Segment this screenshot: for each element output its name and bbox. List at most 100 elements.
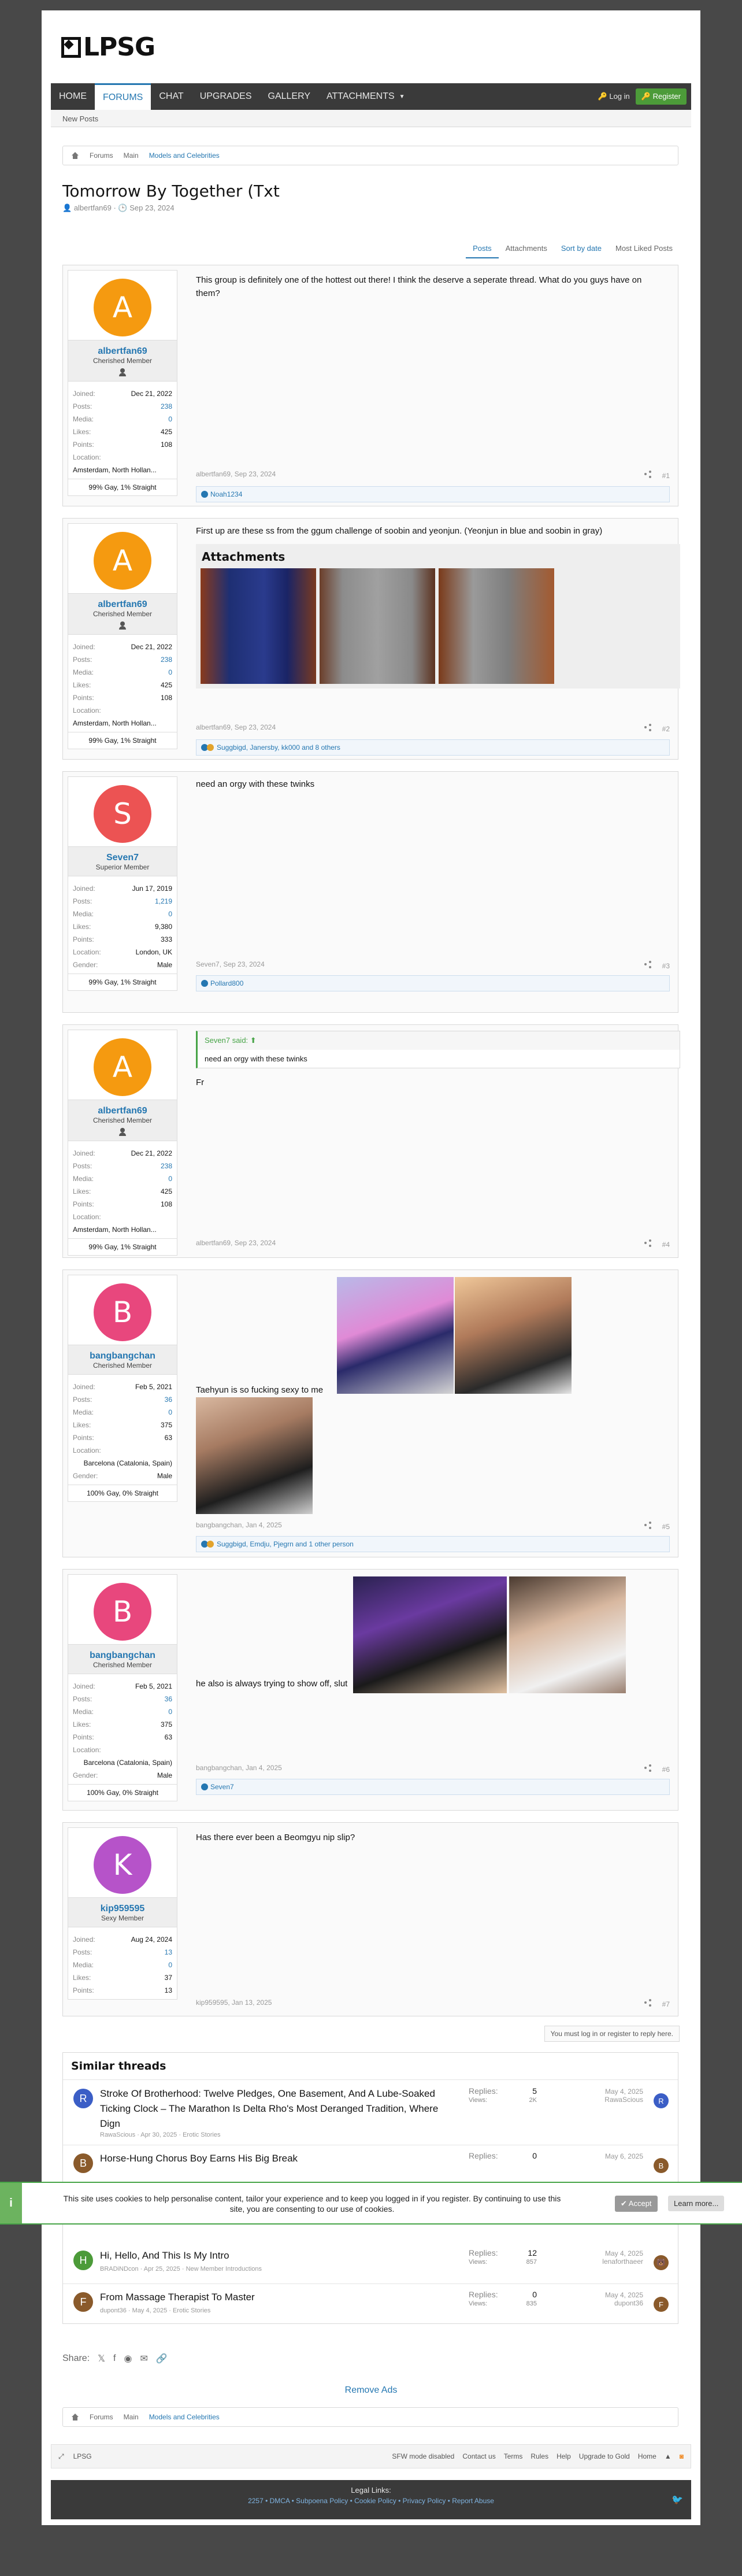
breadcrumb-models[interactable]: Models and Celebrities [149,2413,220,2421]
nav-tab-gallery[interactable]: GALLERY [260,83,319,110]
quote-author[interactable]: Seven7 said: ⬆ [198,1031,680,1050]
new-posts-link[interactable]: New Posts [62,114,98,123]
quote-body: need an orgy with these twinks [205,1054,307,1063]
link-icon[interactable]: 🔗 [156,2353,168,2364]
learn-more-button[interactable]: Learn more... [668,2196,725,2211]
footer-link[interactable]: Home [638,2452,656,2460]
remove-ads-link[interactable]: Remove Ads [42,2385,700,2396]
avatar[interactable]: B [654,2158,669,2173]
x-icon[interactable]: 𝕏 [98,2353,105,2364]
username[interactable]: bangbangchan [68,1351,177,1361]
tab-posts[interactable]: Posts [466,239,499,258]
likes-bar: Noah1234 [196,486,670,502]
scroll-top-icon[interactable]: ▲ [665,2452,671,2460]
list-item[interactable]: F From Massage Therapist To Master dupon… [63,2284,678,2325]
nav-tab-upgrades[interactable]: UPGRADES [192,83,260,110]
thread-link[interactable]: Stroke Of Brotherhood: Twelve Pledges, O… [100,2086,441,2131]
post-meta: albertfan69, Sep 23, 2024 #2 [196,723,670,733]
nav-tab-forums[interactable]: FORUMS [95,83,151,110]
register-button[interactable]: 🔑 Register [635,88,687,105]
nav-tab-attachments[interactable]: ATTACHMENTS ▼ [318,83,413,110]
share-icon[interactable] [644,1239,652,1247]
share-icon[interactable] [644,960,652,968]
breadcrumb-forums[interactable]: Forums [90,151,113,160]
avatar[interactable]: B [73,2153,93,2173]
footer-link[interactable]: Terms [504,2452,523,2460]
thread-link[interactable]: Horse-Hung Chorus Boy Earns His Big Brea… [100,2151,441,2166]
list-item[interactable]: H Hi, Hello, And This Is My Intro BRADiN… [63,2242,678,2284]
tab-sort-by-date[interactable]: Sort by date [554,239,609,258]
footer-brand[interactable]: LPSG [73,2452,92,2460]
username[interactable]: bangbangchan [68,1650,177,1661]
footer-link[interactable]: Contact us [462,2452,495,2460]
avatar[interactable]: A [94,532,151,590]
footer-link[interactable]: Rules [530,2452,548,2460]
nav-tab-chat[interactable]: CHAT [151,83,191,110]
avatar[interactable]: S [94,785,151,843]
breadcrumb-main[interactable]: Main [124,2413,139,2421]
share-icon[interactable] [644,1521,652,1529]
orientation: 99% Gay, 1% Straight [68,974,177,990]
share-icon[interactable] [644,723,652,731]
username[interactable]: albertfan69 [68,1106,177,1116]
post-image[interactable] [455,1277,572,1394]
expand-icon[interactable]: ⤢ [58,2452,64,2461]
post-meta: bangbangchan, Jan 4, 2025 #5 [196,1521,670,1531]
page-container: LPSG HOME FORUMS CHAT UPGRADES GALLERY A… [42,10,700,2525]
list-item[interactable]: R Stroke Of Brotherhood: Twelve Pledges,… [63,2081,678,2145]
post-image[interactable] [196,1397,313,1514]
username[interactable]: albertfan69 [68,599,177,610]
accept-cookies-button[interactable]: ✔ Accept [615,2196,658,2212]
rss-icon[interactable]: ◙ [680,2452,684,2460]
reply-notice[interactable]: You must log in or register to reply her… [544,2026,680,2042]
avatar[interactable]: H [73,2251,93,2270]
sfw-toggle[interactable]: SFW mode disabled [392,2452,454,2460]
quote-jump-icon[interactable]: ⬆ [250,1036,257,1045]
twitter-icon[interactable]: 🐦 [671,2494,683,2505]
avatar[interactable]: K [94,1836,151,1894]
share-icon[interactable] [644,470,652,478]
avatar[interactable]: B [94,1583,151,1641]
share-icon[interactable] [644,1998,652,2007]
post-image[interactable] [337,1277,454,1394]
avatar[interactable]: 🐻 [654,2255,669,2270]
username[interactable]: kip959595 [68,1904,177,1914]
avatar[interactable]: A [94,1038,151,1096]
avatar[interactable]: F [73,2292,93,2312]
avatar[interactable]: A [94,279,151,336]
breadcrumb-main[interactable]: Main [124,151,139,160]
thread-link[interactable]: From Massage Therapist To Master [100,2290,441,2305]
attachment-thumbnail[interactable] [320,568,435,684]
avatar[interactable]: F [654,2297,669,2312]
home-icon[interactable] [71,152,79,159]
share-icon[interactable] [644,1764,652,1772]
user-badge-icon [118,368,127,376]
attachment-thumbnail[interactable] [439,568,554,684]
attachment-thumbnail[interactable] [201,568,316,684]
tab-most-liked[interactable]: Most Liked Posts [609,239,680,258]
username[interactable]: Seven7 [68,853,177,863]
home-icon[interactable] [71,2414,79,2420]
login-link[interactable]: 🔑 Log in [598,92,630,101]
user-card: K kip959595 Sexy Member Joined: Aug 24, 2… [68,1827,177,2000]
post-body: Taehyun is so fucking sexy to me [196,1385,324,1395]
email-icon[interactable]: ✉ [140,2353,147,2364]
footer-link[interactable]: Upgrade to Gold [579,2452,630,2460]
footer-link[interactable]: Help [556,2452,571,2460]
legal-links[interactable]: 2257 • DMCA • Subpoena Policy • Cookie P… [51,2497,691,2505]
username[interactable]: albertfan69 [68,346,177,357]
avatar[interactable]: B [94,1283,151,1341]
avatar[interactable]: R [73,2089,93,2108]
site-logo[interactable]: LPSG [61,32,155,62]
avatar[interactable]: R [654,2093,669,2108]
facebook-icon[interactable]: f [113,2353,116,2364]
breadcrumb-forums[interactable]: Forums [90,2413,113,2421]
post-image[interactable] [353,1576,507,1693]
nav-tab-home[interactable]: HOME [51,83,95,110]
breadcrumb-models[interactable]: Models and Celebrities [149,151,220,160]
reddit-icon[interactable]: ◉ [124,2353,132,2364]
post-image[interactable] [509,1576,626,1693]
thread-link[interactable]: Hi, Hello, And This Is My Intro [100,2248,441,2263]
tab-attachments[interactable]: Attachments [499,239,554,258]
footer-legal: Legal Links: 2257 • DMCA • Subpoena Poli… [51,2480,691,2519]
